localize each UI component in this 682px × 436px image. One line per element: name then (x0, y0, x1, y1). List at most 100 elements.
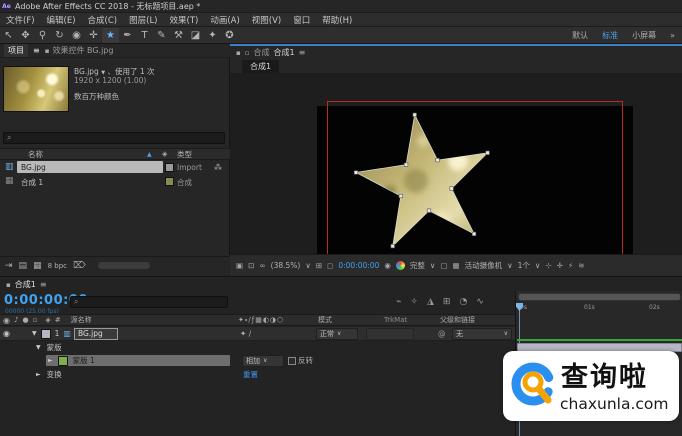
menu-edit[interactable]: 编辑(E) (41, 14, 82, 26)
workspace-standard[interactable]: 标准 (595, 30, 625, 41)
project-item-name[interactable]: 合成 1 (21, 177, 43, 188)
work-area-bar[interactable] (518, 293, 681, 301)
snapshot-icon[interactable]: ◉ (384, 261, 391, 270)
hand-tool-button[interactable]: ✥ (17, 28, 34, 43)
layer-visibility-eye-icon[interactable]: ◉ (3, 329, 10, 338)
transparency-grid-icon[interactable]: ▦ (452, 261, 459, 270)
resolution-value[interactable]: 完整 (410, 260, 425, 271)
fast-preview-icon[interactable]: ⚡ (568, 261, 573, 270)
pixel-aspect-icon[interactable]: ✛ (557, 261, 563, 270)
masks-twirl-icon[interactable]: ▼ (36, 344, 41, 351)
resolution-caret-icon[interactable]: ∨ (430, 261, 436, 270)
horizontal-scrollbar[interactable] (98, 262, 150, 269)
mask-row[interactable]: ► 蒙版 1 相加 ∨ 反转 (0, 354, 515, 367)
project-item-name[interactable]: BG.jpg (21, 163, 46, 172)
layer-switches-icons[interactable]: ✦ ∕ (240, 329, 251, 338)
camera-caret-icon[interactable]: ∨ (507, 261, 513, 270)
shape-tool-button[interactable]: ★ (102, 28, 119, 43)
column-name-header[interactable]: 名称 (28, 149, 43, 160)
pen-tool-button[interactable]: ✒ (119, 28, 136, 43)
selection-tool-button[interactable]: ↖ (0, 28, 17, 43)
parent-dropdown[interactable]: 无 ∨ (452, 328, 512, 340)
mini-flowchart-icon[interactable]: ⌁ (396, 297, 401, 307)
column-type-header[interactable]: 类型 (177, 149, 192, 160)
trkmat-header[interactable]: TrkMat (384, 316, 407, 324)
menu-help[interactable]: 帮助(H) (316, 14, 358, 26)
project-item-row[interactable]: ▦ 合成 1 合成 (0, 175, 230, 188)
puppet-pin-tool-button[interactable]: ✪ (221, 28, 238, 43)
brush-tool-button[interactable]: ✎ (153, 28, 170, 43)
frame-blend-icon[interactable]: ⊞ (443, 297, 451, 307)
channels-icon[interactable] (396, 261, 405, 270)
mask-visibility-icon[interactable]: ◻ (327, 261, 333, 270)
timeline-menu-icon[interactable]: ≡ (40, 280, 47, 289)
grid-guides-icon[interactable]: ⊹ (545, 261, 551, 270)
comp-viewer[interactable] (230, 73, 682, 254)
project-item-row-bg[interactable]: ▥ BG.jpg Import ⁂ (0, 161, 230, 174)
trash-icon[interactable]: ⌦ (73, 261, 86, 271)
sort-arrow-icon[interactable]: ▲ (147, 151, 152, 158)
menu-effect[interactable]: 效果(T) (164, 14, 205, 26)
safe-margins-icon[interactable]: ⊞ (316, 261, 322, 270)
menu-file[interactable]: 文件(F) (0, 14, 41, 26)
rotate-tool-button[interactable]: ↻ (51, 28, 68, 43)
star-mask-layer[interactable] (230, 73, 682, 254)
mode-header[interactable]: 模式 (318, 315, 332, 325)
lock-icon[interactable]: ▫ (245, 49, 250, 57)
mask-inverted-checkbox[interactable] (288, 357, 296, 365)
comp-viewer-tab[interactable]: 合成1 (242, 60, 279, 73)
layer-row-bg[interactable]: ◉ ▼ 1 ▥ BG.jpg ✦ ∕ 正常 ∨ @ 无 ∨ (0, 327, 515, 341)
workspace-default[interactable]: 默认 (565, 30, 595, 41)
zoom-tool-button[interactable]: ⚲ (34, 28, 51, 43)
parent-link-header[interactable]: 父级和链接 (440, 315, 475, 325)
comp-current-time[interactable]: 0:00:00:00 (338, 261, 379, 270)
new-composition-icon[interactable]: ▦ (33, 261, 42, 271)
menu-view[interactable]: 视图(V) (246, 14, 287, 26)
workspace-small-screen[interactable]: 小屏幕 (625, 30, 663, 41)
blend-mode-dropdown[interactable]: 正常 ∨ (316, 328, 358, 340)
camera-tool-button[interactable]: ◉ (68, 28, 85, 43)
item-label-swatch[interactable] (165, 177, 174, 186)
tab-project[interactable]: 项目 (4, 44, 28, 57)
mask-color-chip[interactable] (58, 356, 68, 366)
interpret-footage-icon[interactable]: ⇥ (5, 261, 13, 271)
graph-editor-icon[interactable]: ∿ (476, 297, 484, 307)
motion-blur-icon[interactable]: ◔ (459, 297, 467, 307)
transform-row[interactable]: ► 变换 重置 (0, 368, 515, 380)
masks-group-row[interactable]: ▼ 蒙版 (0, 341, 515, 353)
tab-effect-controls[interactable]: 效果控件 BG.jpg (52, 45, 113, 56)
workspace-overflow-icon[interactable]: » (663, 31, 682, 40)
mask-name[interactable]: 蒙版 1 (73, 355, 95, 366)
source-name-header[interactable]: 源名称 (71, 315, 92, 325)
shy-layers-icon[interactable]: ◮ (427, 297, 434, 307)
menu-window[interactable]: 窗口 (287, 14, 316, 26)
layer-label-chip[interactable] (41, 329, 51, 339)
view-options-icon[interactable]: ∞ (259, 261, 265, 270)
view-count-caret-icon[interactable]: ∨ (535, 261, 541, 270)
transform-twirl-icon[interactable]: ► (36, 371, 41, 378)
roto-brush-tool-button[interactable]: ✦ (204, 28, 221, 43)
mask-twirl-icon[interactable]: ► (48, 357, 53, 364)
always-preview-icon[interactable]: ▣ (236, 261, 243, 270)
project-menu-icon[interactable]: ≡ (31, 46, 42, 55)
eraser-tool-button[interactable]: ◪ (187, 28, 204, 43)
menu-layer[interactable]: 图层(L) (123, 14, 163, 26)
layer-twirl-icon[interactable]: ▼ (32, 330, 37, 337)
clone-stamp-tool-button[interactable]: ⚒ (170, 28, 187, 43)
view-count-value[interactable]: 1个 (518, 260, 530, 271)
pan-behind-tool-button[interactable]: ✛ (85, 28, 102, 43)
comp-panel-menu-icon[interactable]: ≡ (299, 48, 306, 57)
transform-reset-link[interactable]: 重置 (243, 369, 258, 380)
label-column-icon[interactable]: ◈ (162, 150, 167, 158)
primary-viewer-icon[interactable]: ⊡ (248, 261, 254, 270)
active-camera-value[interactable]: 活动摄像机 (465, 260, 503, 271)
timeline-button-icon[interactable]: ≋ (578, 261, 584, 270)
menu-animation[interactable]: 动画(A) (204, 14, 245, 26)
layer-name[interactable]: BG.jpg (74, 328, 118, 340)
timeline-comp-tab[interactable]: 合成1 (15, 279, 36, 290)
item-label-swatch[interactable] (165, 163, 174, 172)
region-of-interest-icon[interactable]: ▢ (440, 261, 447, 270)
new-folder-icon[interactable]: ▤ (19, 261, 28, 271)
magnification-caret-icon[interactable]: ∨ (305, 261, 311, 270)
menu-composition[interactable]: 合成(C) (82, 14, 124, 26)
